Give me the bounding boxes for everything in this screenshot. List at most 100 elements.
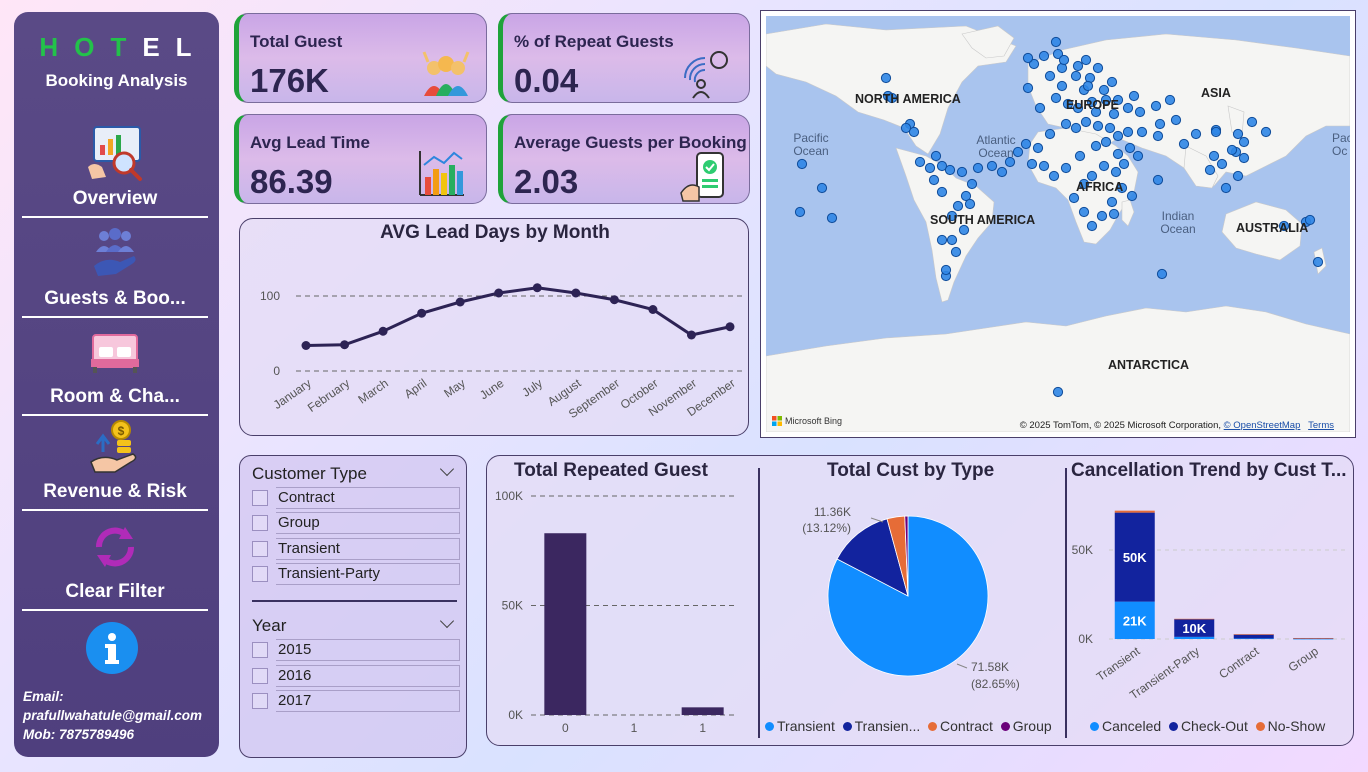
map-marker	[1048, 170, 1060, 182]
map-marker	[1210, 126, 1222, 138]
copyright-text: © 2025 TomTom, © 2025 Microsoft Corporat…	[1019, 420, 1222, 431]
map-marker	[1232, 128, 1244, 140]
stacked-bar-segment	[1293, 638, 1334, 640]
option-label: Transient	[276, 538, 460, 560]
map-label: Atlantic Ocean	[976, 133, 1016, 160]
map-marker	[946, 234, 958, 246]
map-marker	[880, 72, 892, 84]
map-marker	[1170, 114, 1182, 126]
phone-check-icon	[680, 152, 724, 202]
checkbox[interactable]	[252, 515, 268, 531]
nav-guests-button[interactable]: Guests & Boo...	[22, 224, 208, 318]
customer-type-option[interactable]: Contract	[252, 487, 460, 509]
kpi-total-guest: Total Guest 176K	[234, 13, 487, 103]
map-marker	[1070, 70, 1082, 82]
bing-logo: Microsoft Bing	[772, 416, 842, 426]
legend-item[interactable]: Group	[1000, 718, 1052, 734]
data-point	[494, 288, 504, 298]
y-tick-label: 50K	[1072, 543, 1093, 557]
legend-item[interactable]: Transient	[765, 718, 835, 734]
bar-data-label: 10K	[1182, 621, 1206, 636]
nav-divider	[22, 414, 208, 416]
data-point	[609, 295, 619, 305]
x-tick-label: March	[355, 376, 390, 407]
brand-letter-o: O	[74, 32, 111, 62]
map-marker	[986, 160, 998, 172]
x-tick-label: Transient	[1094, 644, 1143, 684]
option-label: 2015	[276, 639, 460, 661]
map-marker	[1060, 118, 1072, 130]
nav-revenue-button[interactable]: $ Revenue & Risk	[22, 417, 208, 511]
year-option[interactable]: 2015	[252, 639, 460, 661]
map-marker	[1164, 94, 1176, 106]
repeat-user-icon	[684, 51, 728, 99]
chevron-down-icon[interactable]	[439, 613, 455, 629]
info-icon[interactable]	[86, 622, 138, 674]
bar-data-label: 21K	[1123, 613, 1147, 628]
world-map[interactable]: NORTH AMERICA Pacific Ocean Atlantic Oce…	[766, 16, 1350, 432]
map-marker	[964, 198, 976, 210]
legend-item[interactable]: Transien...	[842, 718, 920, 734]
data-point	[301, 341, 311, 350]
map-marker	[1022, 52, 1034, 64]
customer-type-option[interactable]: Group	[252, 512, 460, 534]
kpi-value: 176K	[250, 62, 329, 99]
map-marker	[1098, 160, 1110, 172]
chevron-down-icon[interactable]	[439, 461, 455, 477]
terms-link[interactable]: Terms	[1308, 420, 1334, 431]
stacked-bar-segment	[1293, 637, 1334, 639]
nav-overview-button[interactable]: Overview	[22, 124, 208, 218]
map-marker	[1044, 70, 1056, 82]
nav-room-label: Room & Cha...	[50, 386, 180, 407]
nav-clear-filter-button[interactable]: Clear Filter	[22, 517, 208, 611]
map-marker	[1260, 126, 1272, 138]
osm-link[interactable]: © OpenStreetMap	[1224, 420, 1301, 431]
kpi-value: 2.03	[514, 163, 579, 200]
map-marker	[1072, 60, 1084, 72]
checkbox[interactable]	[252, 490, 268, 506]
customer-type-option[interactable]: Transient-Party	[252, 563, 460, 585]
year-option[interactable]: 2016	[252, 665, 460, 687]
checkbox[interactable]	[252, 541, 268, 557]
brand-letter-h: H	[39, 32, 75, 62]
x-tick-label: July	[519, 376, 545, 400]
brand-letter-e: E	[142, 32, 176, 62]
kpi-avg-lead-time: Avg Lead Time 86.39	[234, 114, 487, 204]
checkbox[interactable]	[252, 693, 268, 709]
legend-item[interactable]: No-Show	[1255, 718, 1325, 734]
map-marker	[1232, 170, 1244, 182]
map-marker	[1092, 62, 1104, 74]
bing-logo-text: Microsoft Bing	[785, 416, 843, 426]
map-marker	[1134, 106, 1146, 118]
y-tick-label: 0K	[508, 708, 523, 722]
checkbox[interactable]	[252, 668, 268, 684]
data-point	[686, 330, 696, 340]
checkbox[interactable]	[252, 566, 268, 582]
map-marker	[794, 206, 806, 218]
avg-lead-days-card: AVG Lead Days by Month 0 100 January Februa…	[239, 218, 749, 436]
map-marker	[972, 162, 984, 174]
map-marker	[826, 212, 838, 224]
brand-subtitle: Booking Analysis	[45, 71, 188, 90]
year-slicer-title: Year	[252, 616, 287, 635]
map-marker	[924, 162, 936, 174]
label-leader	[956, 663, 968, 669]
customer-type-option[interactable]: Transient	[252, 538, 460, 560]
map-label: NORTH AMERICA	[855, 92, 961, 106]
map-marker	[1150, 100, 1162, 112]
y-tick-label: 0K	[1078, 632, 1093, 646]
pie-legend: Transient Transien... Contract Group	[765, 718, 1052, 734]
map-marker	[816, 182, 828, 194]
x-tick-label: May	[441, 376, 468, 400]
map-marker	[956, 166, 968, 178]
checkbox[interactable]	[252, 642, 268, 658]
nav-room-button[interactable]: Room & Cha...	[22, 322, 208, 416]
map-marker	[930, 150, 942, 162]
legend-item[interactable]: Contract	[928, 718, 993, 734]
data-point	[532, 283, 542, 293]
map-marker	[1092, 120, 1104, 132]
map-marker	[940, 264, 952, 276]
legend-item[interactable]: Check-Out	[1168, 718, 1248, 734]
legend-item[interactable]: Canceled	[1090, 718, 1161, 734]
year-option[interactable]: 2017	[252, 690, 460, 712]
